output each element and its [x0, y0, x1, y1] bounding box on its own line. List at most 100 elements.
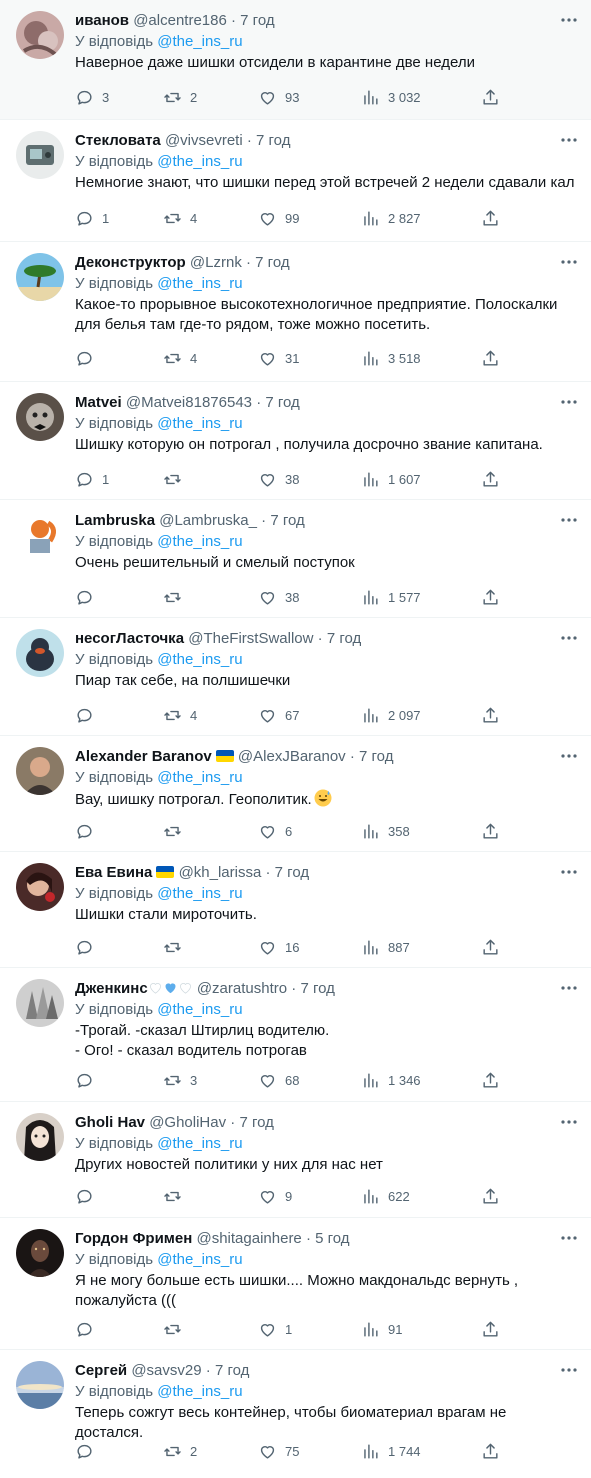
- reply-button[interactable]: 3: [75, 88, 109, 108]
- reply-button[interactable]: 1: [75, 470, 109, 490]
- author-name[interactable]: Lambruska: [75, 512, 155, 529]
- tweet[interactable]: Стекловата @vivsevreti · 7 год У відпові…: [0, 120, 591, 242]
- author-handle[interactable]: @Matvei81876543: [126, 394, 252, 411]
- author-name[interactable]: Gholi Hav: [75, 1114, 145, 1131]
- author-name[interactable]: иванов: [75, 12, 129, 29]
- like-button[interactable]: 16: [258, 938, 299, 958]
- timestamp[interactable]: 7 год: [215, 1362, 249, 1379]
- reply-button[interactable]: [75, 588, 102, 608]
- timestamp[interactable]: 5 год: [315, 1230, 349, 1247]
- avatar[interactable]: [16, 393, 64, 441]
- more-icon[interactable]: [559, 510, 579, 530]
- views-button[interactable]: 1 346: [361, 1071, 421, 1091]
- avatar[interactable]: [16, 629, 64, 677]
- share-button[interactable]: [481, 706, 500, 726]
- reply-handle-link[interactable]: @the_ins_ru: [157, 153, 242, 170]
- views-button[interactable]: 3 518: [361, 349, 421, 369]
- author-handle[interactable]: @alcentre186: [133, 12, 227, 29]
- reply-button[interactable]: [75, 1442, 102, 1462]
- reply-handle-link[interactable]: @the_ins_ru: [157, 1251, 242, 1268]
- retweet-button[interactable]: 2: [163, 88, 197, 108]
- views-button[interactable]: 1 577: [361, 588, 421, 608]
- avatar[interactable]: [16, 11, 64, 59]
- timestamp[interactable]: 7 год: [256, 132, 290, 149]
- avatar[interactable]: [16, 1361, 64, 1409]
- views-button[interactable]: 1 744: [361, 1442, 421, 1462]
- retweet-button[interactable]: [163, 822, 190, 842]
- views-button[interactable]: 2 827: [361, 209, 421, 229]
- more-icon[interactable]: [559, 1228, 579, 1248]
- views-button[interactable]: 887: [361, 938, 410, 958]
- share-button[interactable]: [481, 822, 500, 842]
- timestamp[interactable]: 7 год: [327, 630, 361, 647]
- views-button[interactable]: 2 097: [361, 706, 421, 726]
- reply-button[interactable]: [75, 349, 102, 369]
- reply-handle-link[interactable]: @the_ins_ru: [157, 651, 242, 668]
- avatar[interactable]: [16, 979, 64, 1027]
- retweet-button[interactable]: 2: [163, 1442, 197, 1462]
- views-button[interactable]: 622: [361, 1187, 410, 1207]
- author-name[interactable]: несогЛасточка: [75, 630, 184, 647]
- like-button[interactable]: 75: [258, 1442, 299, 1462]
- tweet[interactable]: Гордон Фримен @shitagainhere · 5 год У в…: [0, 1218, 591, 1350]
- share-button[interactable]: [481, 209, 500, 229]
- more-icon[interactable]: [559, 392, 579, 412]
- like-button[interactable]: 67: [258, 706, 299, 726]
- avatar[interactable]: [16, 1229, 64, 1277]
- reply-button[interactable]: [75, 938, 102, 958]
- timestamp[interactable]: 7 год: [359, 748, 393, 765]
- reply-button[interactable]: 1: [75, 209, 109, 229]
- share-button[interactable]: [481, 938, 500, 958]
- author-handle[interactable]: @zaratushtro: [197, 980, 287, 997]
- timestamp[interactable]: 7 год: [265, 394, 299, 411]
- author-name[interactable]: Стекловата: [75, 132, 161, 149]
- like-button[interactable]: 9: [258, 1187, 292, 1207]
- author-handle[interactable]: @vivsevreti: [165, 132, 243, 149]
- reply-handle-link[interactable]: @the_ins_ru: [157, 1383, 242, 1400]
- more-icon[interactable]: [559, 628, 579, 648]
- like-button[interactable]: 38: [258, 470, 299, 490]
- reply-handle-link[interactable]: @the_ins_ru: [157, 885, 242, 902]
- retweet-button[interactable]: 4: [163, 349, 197, 369]
- timestamp[interactable]: 7 год: [270, 512, 304, 529]
- more-icon[interactable]: [559, 862, 579, 882]
- tweet[interactable]: Lambruska @Lambruska_ · 7 год У відповід…: [0, 500, 591, 618]
- more-icon[interactable]: [559, 978, 579, 998]
- reply-handle-link[interactable]: @the_ins_ru: [157, 769, 242, 786]
- retweet-button[interactable]: 4: [163, 209, 197, 229]
- retweet-button[interactable]: [163, 588, 190, 608]
- views-button[interactable]: 1 607: [361, 470, 421, 490]
- views-button[interactable]: 3 032: [361, 88, 421, 108]
- reply-button[interactable]: [75, 1320, 102, 1340]
- more-icon[interactable]: [559, 746, 579, 766]
- reply-handle-link[interactable]: @the_ins_ru: [157, 33, 242, 50]
- author-handle[interactable]: @Lambruska_: [159, 512, 257, 529]
- avatar[interactable]: [16, 131, 64, 179]
- share-button[interactable]: [481, 349, 500, 369]
- timestamp[interactable]: 7 год: [300, 980, 334, 997]
- author-name[interactable]: Alexander Baranov: [75, 748, 212, 765]
- author-handle[interactable]: @savsv29: [131, 1362, 201, 1379]
- tweet[interactable]: Gholi Hav @GholiHav · 7 год У відповідь …: [0, 1102, 591, 1218]
- retweet-button[interactable]: 3: [163, 1071, 197, 1091]
- tweet[interactable]: Ева Евина @kh_larissa · 7 год У відповід…: [0, 852, 591, 968]
- retweet-button[interactable]: [163, 1320, 190, 1340]
- like-button[interactable]: 6: [258, 822, 292, 842]
- author-handle[interactable]: @kh_larissa: [179, 864, 262, 881]
- more-icon[interactable]: [559, 130, 579, 150]
- reply-handle-link[interactable]: @the_ins_ru: [157, 415, 242, 432]
- author-handle[interactable]: @TheFirstSwallow: [188, 630, 313, 647]
- views-button[interactable]: 91: [361, 1320, 402, 1340]
- avatar[interactable]: [16, 511, 64, 559]
- author-handle[interactable]: @GholiHav: [149, 1114, 226, 1131]
- like-button[interactable]: 93: [258, 88, 299, 108]
- author-name[interactable]: Сергей: [75, 1362, 127, 1379]
- like-button[interactable]: 99: [258, 209, 299, 229]
- retweet-button[interactable]: [163, 470, 190, 490]
- timestamp[interactable]: 7 год: [240, 12, 274, 29]
- share-button[interactable]: [481, 1071, 500, 1091]
- author-name[interactable]: Дженкинс: [75, 980, 148, 997]
- tweet[interactable]: Matvei @Matvei81876543 · 7 год У відпові…: [0, 382, 591, 500]
- author-name[interactable]: Деконструктор: [75, 254, 186, 271]
- share-button[interactable]: [481, 1442, 500, 1462]
